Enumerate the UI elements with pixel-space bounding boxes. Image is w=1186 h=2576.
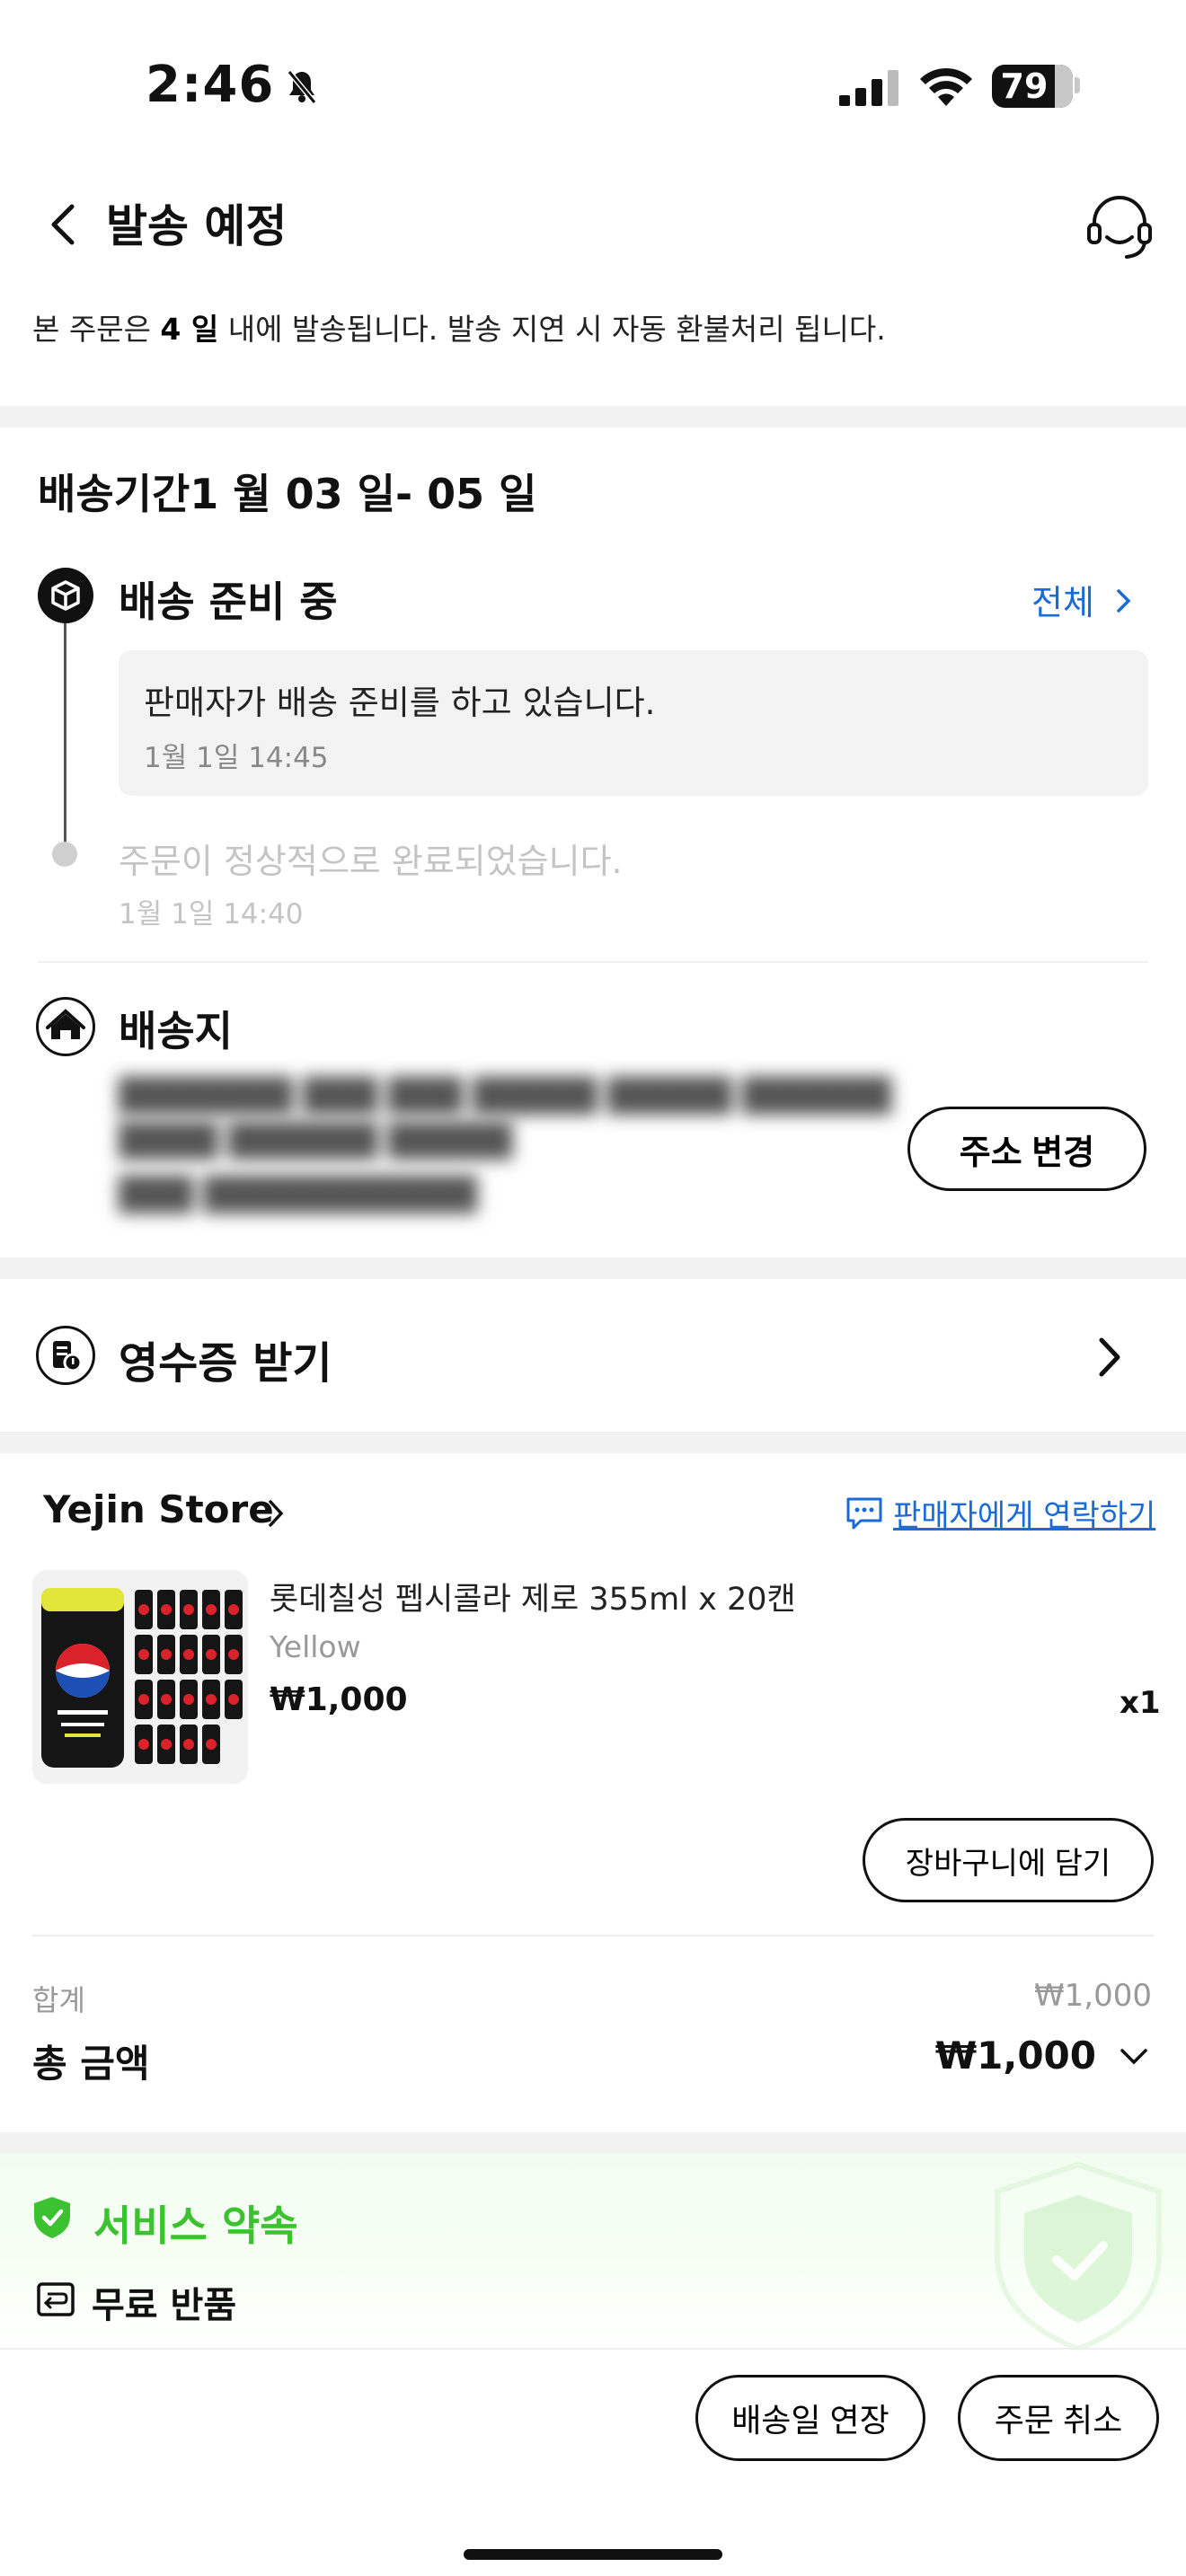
battery-level: 79 xyxy=(1000,66,1049,106)
mute-bell-icon xyxy=(287,70,317,104)
address-line-redacted: ████ ██████ █████ xyxy=(119,1123,513,1160)
section-divider xyxy=(0,2132,1186,2154)
product-quantity: x1 xyxy=(1120,1685,1161,1721)
page-title: 발송 예정 xyxy=(106,200,288,252)
back-icon[interactable] xyxy=(43,198,83,251)
current-status-time: 1월 1일 14:45 xyxy=(144,742,329,774)
section-divider xyxy=(0,1432,1186,1453)
notice-prefix: 본 주문은 xyxy=(32,312,161,347)
chevron-right-icon[interactable] xyxy=(266,1498,286,1529)
service-promise-title: 서비스 약속 xyxy=(93,2201,298,2250)
divider xyxy=(32,1935,1154,1936)
current-status-desc: 판매자가 배송 준비를 하고 있습니다. xyxy=(144,684,656,722)
product-image[interactable] xyxy=(32,1570,248,1784)
signal-icon xyxy=(839,70,898,106)
delivery-period: 배송기간1 월 03 일- 05 일 xyxy=(38,470,537,518)
home-indicator xyxy=(464,2549,722,2560)
battery-icon: 79 xyxy=(992,65,1073,108)
address-line-redacted: ███████ ███ ███ █████ █████ ██████ xyxy=(119,1078,892,1115)
extend-delivery-button[interactable]: 배송일 연장 xyxy=(695,2375,925,2461)
chevron-right-icon xyxy=(1099,1337,1120,1377)
shipping-notice: 본 주문은 4 일 내에 발송됩니다. 발송 지연 시 자동 환불처리 됩니다. xyxy=(32,305,886,348)
package-icon xyxy=(38,568,93,623)
total-label: 총 금액 xyxy=(32,2042,150,2086)
product-variant: Yellow xyxy=(270,1629,361,1664)
notice-days: 4 일 xyxy=(160,312,219,347)
store-name[interactable]: Yejin Store xyxy=(43,1487,274,1531)
current-status-title: 배송 준비 중 xyxy=(119,578,338,626)
receipt-icon xyxy=(36,1326,95,1385)
product-name[interactable]: 롯데칠성 펩시콜라 제로 355ml x 20캔 xyxy=(270,1574,796,1619)
section-divider xyxy=(0,406,1186,428)
timeline-line xyxy=(64,620,66,844)
contact-seller-label: 판매자에게 연락하기 xyxy=(893,1498,1156,1534)
phone-redacted: ███ ███████████ xyxy=(119,1177,478,1213)
change-address-button[interactable]: 주소 변경 xyxy=(907,1107,1146,1191)
battery-cap xyxy=(1075,77,1080,93)
shield-check-icon xyxy=(995,2161,1162,2352)
chevron-right-icon xyxy=(1117,589,1131,613)
chevron-down-icon[interactable] xyxy=(1118,2046,1150,2068)
divider xyxy=(38,961,1148,963)
subtotal-label: 합계 xyxy=(32,1983,85,2017)
customer-support-icon[interactable] xyxy=(1084,192,1155,264)
add-to-cart-button[interactable]: 장바구니에 담기 xyxy=(863,1818,1154,1902)
past-status-desc: 주문이 정상적으로 완료되었습니다. xyxy=(119,842,623,881)
shield-check-icon xyxy=(34,2197,70,2238)
subtotal-value: ₩1,000 xyxy=(1034,1978,1152,2014)
address-title: 배송지 xyxy=(119,1007,233,1055)
notice-suffix: 내에 발송됩니다. 발송 지연 시 자동 환불처리 됩니다. xyxy=(218,312,886,347)
free-return-label: 무료 반품 xyxy=(92,2285,237,2326)
total-value[interactable]: ₩1,000 xyxy=(935,2033,1096,2078)
home-icon xyxy=(36,997,95,1056)
return-icon xyxy=(37,2282,75,2316)
chat-icon xyxy=(846,1497,882,1529)
status-time: 2:46 xyxy=(146,56,275,114)
receipt-label: 영수증 받기 xyxy=(119,1338,332,1389)
product-price: ₩1,000 xyxy=(270,1681,408,1718)
section-divider xyxy=(0,1257,1186,1279)
status-bar: 2:46 79 xyxy=(0,0,1186,171)
contact-seller-link[interactable]: 판매자에게 연락하기 xyxy=(845,1491,1155,1535)
view-all-link[interactable]: 전체 xyxy=(1031,575,1134,624)
wifi-icon xyxy=(920,67,972,106)
view-all-label: 전체 xyxy=(1031,583,1094,622)
past-status-time: 1월 1일 14:40 xyxy=(119,898,304,931)
cancel-order-button[interactable]: 주문 취소 xyxy=(958,2375,1159,2461)
timeline-dot xyxy=(52,842,77,867)
